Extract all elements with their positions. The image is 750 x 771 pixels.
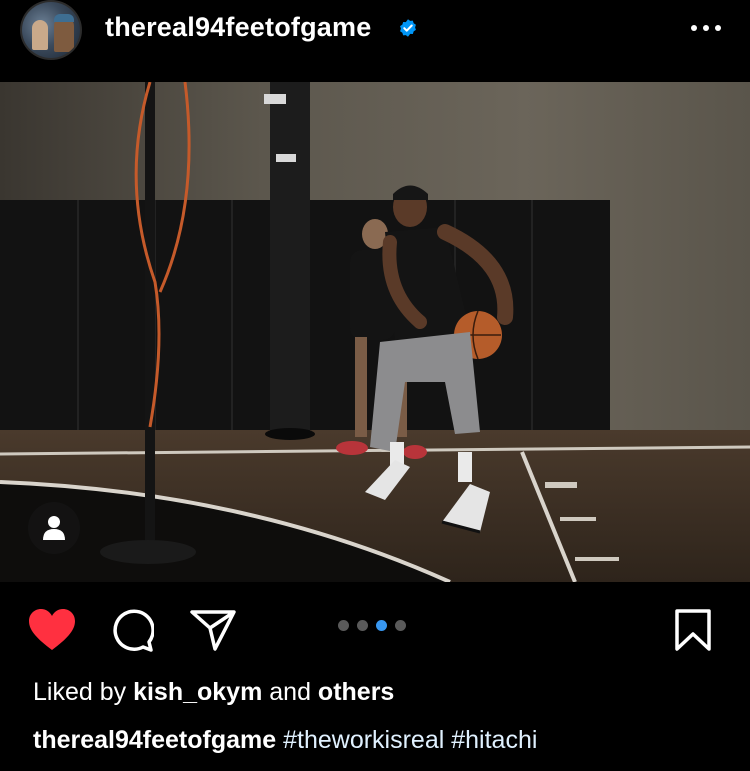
basketball-training-photo (0, 82, 750, 582)
hashtag[interactable]: #theworkisreal (283, 726, 444, 754)
send-icon[interactable] (190, 608, 236, 652)
tagged-users-button[interactable] (28, 502, 80, 554)
comment-icon[interactable] (110, 608, 154, 652)
carousel-dot (338, 620, 349, 631)
heart-filled-icon[interactable] (28, 608, 76, 652)
hashtag[interactable]: #hitachi (451, 726, 537, 754)
post-username[interactable]: thereal94feetofgame (105, 12, 371, 43)
person-icon (43, 516, 65, 540)
likes-prefix: Liked by (33, 678, 134, 706)
liked-by-user[interactable]: kish_okym (133, 678, 262, 706)
carousel-indicator (338, 620, 406, 632)
carousel-dot (395, 620, 406, 631)
post-photo[interactable] (0, 82, 750, 582)
profile-avatar[interactable] (20, 0, 82, 60)
carousel-dot (357, 620, 368, 631)
more-options-icon[interactable] (688, 16, 724, 40)
avatar-figure-left (32, 20, 48, 50)
post-caption: thereal94feetofgame #theworkisreal #hita… (33, 726, 537, 755)
verified-badge-icon (400, 19, 416, 37)
post-action-bar (0, 582, 750, 672)
liked-by-others[interactable]: others (318, 678, 394, 706)
avatar-cap (54, 14, 74, 22)
caption-username[interactable]: thereal94feetofgame (33, 726, 276, 754)
bookmark-icon[interactable] (674, 608, 712, 652)
likes-connector: and (262, 678, 318, 706)
post-header: thereal94feetofgame (0, 0, 750, 82)
likes-summary[interactable]: Liked by kish_okym and others (33, 678, 394, 707)
carousel-dot-active (376, 620, 387, 631)
